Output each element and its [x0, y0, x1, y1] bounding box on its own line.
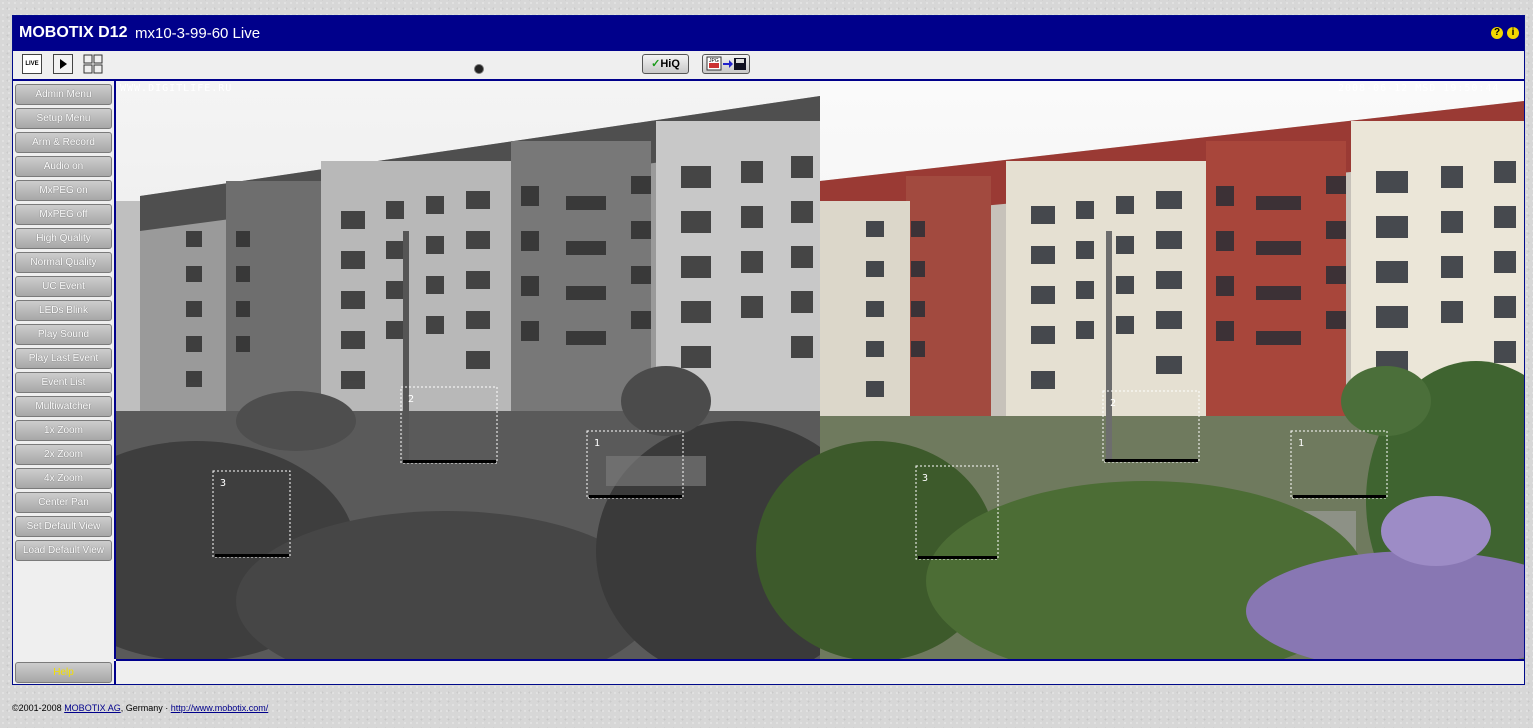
sidebar-item-audio-on[interactable]: Audio on: [15, 156, 112, 177]
check-icon: ✓: [651, 58, 661, 70]
toolbar: LIVE ✓HiQ JPG: [13, 51, 1524, 81]
live-label: LIVE: [25, 61, 39, 67]
camera-window: MOBOTIX D12 mx10-3-99-60 Live ? i LIVE ✓…: [12, 15, 1525, 685]
sidebar-item-arm-record[interactable]: Arm & Record: [15, 132, 112, 153]
status-dot-icon: [474, 64, 484, 74]
help-icon[interactable]: ?: [1491, 27, 1503, 39]
sidebar-item-1x-zoom[interactable]: 1x Zoom: [15, 420, 112, 441]
play-icon[interactable]: [53, 54, 73, 74]
brand-title: MOBOTIX D12: [19, 24, 128, 41]
sidebar-item-play-sound[interactable]: Play Sound: [15, 324, 112, 345]
svg-text:JPG: JPG: [709, 58, 719, 64]
sidebar-item-admin-menu[interactable]: Admin Menu: [15, 84, 112, 105]
hiq-label: HiQ: [660, 58, 680, 70]
help-button[interactable]: Help: [15, 662, 112, 683]
live-video-view[interactable]: WWW.DIGITLIFE.RU 2 1 3 2008-06-12 MSD 19…: [116, 81, 1524, 661]
sidebar-item-2x-zoom[interactable]: 2x Zoom: [15, 444, 112, 465]
company-link[interactable]: MOBOTIX AG: [64, 703, 121, 713]
sidebar-item-normal-quality[interactable]: Normal Quality: [15, 252, 112, 273]
sidebar-item-event-list[interactable]: Event List: [15, 372, 112, 393]
title-bar: MOBOTIX D12 mx10-3-99-60 Live ? i: [13, 16, 1524, 51]
country-text: , Germany ·: [120, 703, 171, 713]
camera-watermark: WWW.DIGITLIFE.RU: [120, 83, 232, 94]
color-camera-image: 2008-06-12 MSD 19:50:44 2 1 3: [756, 81, 1524, 659]
motion-zone-label: 3: [220, 478, 227, 489]
sidebar-item-mxpeg-off[interactable]: MxPEG off: [15, 204, 112, 225]
sidebar-item-4x-zoom[interactable]: 4x Zoom: [15, 468, 112, 489]
sidebar-item-load-default-view[interactable]: Load Default View: [15, 540, 112, 561]
sidebar-item-leds-blink[interactable]: LEDs Blink: [15, 300, 112, 321]
multiview-icon[interactable]: [83, 54, 103, 74]
live-icon[interactable]: LIVE: [22, 54, 42, 74]
sidebar-item-multiwatcher[interactable]: Multiwatcher: [15, 396, 112, 417]
website-link[interactable]: http://www.mobotix.com/: [171, 703, 269, 713]
sidebar-item-set-default-view[interactable]: Set Default View: [15, 516, 112, 537]
camera-subtitle: mx10-3-99-60 Live: [135, 25, 261, 42]
hiq-button[interactable]: ✓HiQ: [642, 54, 689, 74]
sidebar-item-setup-menu[interactable]: Setup Menu: [15, 108, 112, 129]
info-icon[interactable]: i: [1507, 27, 1519, 39]
sidebar-item-mxpeg-on[interactable]: MxPEG on: [15, 180, 112, 201]
sidebar-item-uc-event[interactable]: UC Event: [15, 276, 112, 297]
motion-zone-label: 2: [408, 394, 415, 405]
sidebar-menu: Admin Menu Setup Menu Arm & Record Audio on…: [13, 81, 116, 659]
camera-timestamp: 2008-06-12 MSD 19:50:44: [1338, 83, 1499, 94]
sidebar-item-center-pan[interactable]: Center Pan: [15, 492, 112, 513]
motion-zone-label: 3: [922, 473, 929, 484]
jpg-save-icon[interactable]: JPG: [702, 54, 750, 74]
sidebar-item-play-last-event[interactable]: Play Last Event: [15, 348, 112, 369]
footer: ©2001-2008 MOBOTIX AG, Germany · http://…: [12, 703, 268, 713]
motion-zone-label: 1: [594, 438, 601, 449]
sidebar-item-high-quality[interactable]: High Quality: [15, 228, 112, 249]
help-bar: Help: [13, 661, 116, 685]
motion-zone-label: 1: [1298, 438, 1305, 449]
copyright-text: ©2001-2008: [12, 703, 62, 713]
motion-zone-label: 2: [1110, 398, 1117, 409]
